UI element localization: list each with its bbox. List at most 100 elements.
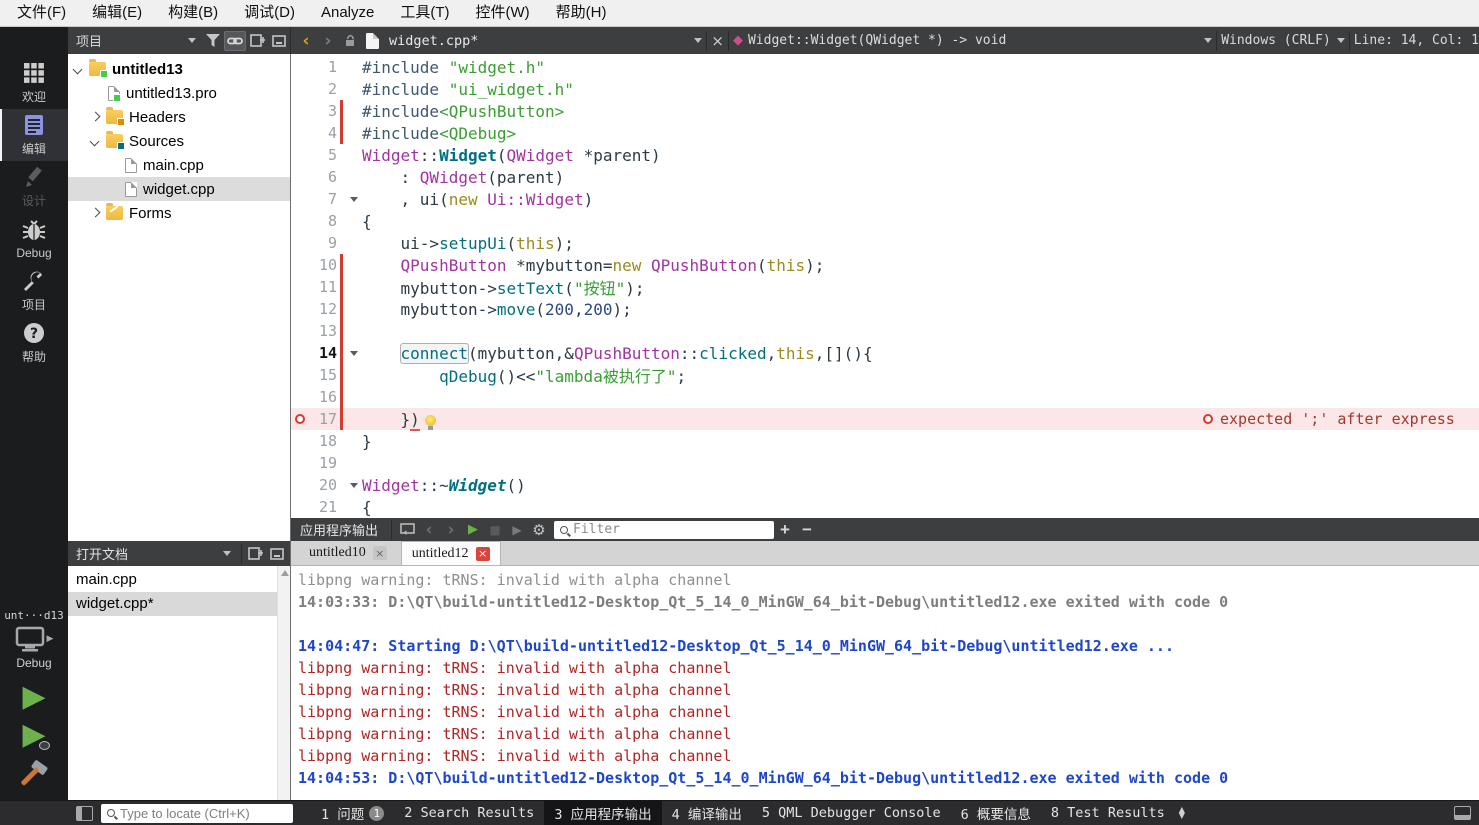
open-document-name[interactable]: widget.cpp* — [383, 33, 484, 49]
menu-item[interactable]: 工具(T) — [387, 0, 462, 26]
tree-item[interactable]: Sources — [68, 129, 290, 153]
code-line[interactable]: 10 QPushButton *mybutton=new QPushButton… — [291, 254, 1479, 276]
application-output[interactable]: libpng warning: tRNS: invalid with alpha… — [291, 566, 1479, 800]
current-symbol-label[interactable]: Widget::Widget(QWidget *) -> void — [743, 33, 1011, 48]
code-line[interactable]: 15 qDebug()<<"lambda被执行了"; — [291, 364, 1479, 386]
split-docs-button[interactable] — [244, 544, 266, 564]
menu-item[interactable]: 文件(F) — [4, 0, 79, 26]
output-filter-box[interactable]: Filter — [554, 520, 775, 539]
code-line[interactable]: 17 }) expected ';' after express — [291, 408, 1479, 431]
tree-item[interactable]: main.cpp — [68, 153, 290, 177]
rerun-button[interactable]: ▶ — [462, 522, 484, 537]
go-back-button[interactable]: ‹ — [295, 31, 317, 51]
code-line[interactable]: 9 ui->setupUi(this); — [291, 232, 1479, 254]
rerun-debug-button[interactable]: ▶ — [506, 523, 528, 537]
menu-item[interactable]: 编辑(E) — [79, 0, 155, 26]
line-ending-selector[interactable]: Windows (CRLF) — [1221, 33, 1331, 48]
chevron-right-icon[interactable] — [91, 113, 99, 121]
close-pane-button[interactable] — [268, 31, 290, 51]
code-line[interactable]: 18} — [291, 430, 1479, 452]
close-tab-button[interactable]: × — [372, 546, 387, 560]
chevron-down-icon[interactable] — [74, 65, 82, 73]
previous-item-button[interactable]: ‹ — [418, 520, 440, 540]
chevron-down-icon[interactable] — [91, 137, 99, 145]
tree-item[interactable]: widget.cpp — [68, 177, 290, 201]
close-docs-pane-button[interactable] — [266, 544, 288, 564]
code-line[interactable]: 2 #include "ui_widget.h" — [291, 78, 1479, 100]
code-line[interactable]: 3 #include<QPushButton> — [291, 100, 1479, 122]
open-document-item[interactable]: main.cpp — [68, 568, 290, 592]
code-editor[interactable]: 1 #include "widget.h" 2 #include "ui_widget… — [291, 54, 1479, 518]
build-button[interactable] — [19, 759, 49, 790]
output-run-tab[interactable]: untitled10 × — [299, 541, 397, 565]
output-run-tab[interactable]: untitled12 × — [400, 541, 501, 565]
code-line[interactable]: 13 — [291, 320, 1479, 342]
tree-item[interactable]: Forms — [68, 201, 290, 225]
menu-item[interactable]: 构建(B) — [155, 0, 231, 26]
line-ending-dropdown-icon[interactable] — [1336, 38, 1345, 43]
mode-welcome[interactable]: 欢迎 — [0, 57, 68, 109]
documents-scrollbar[interactable] — [277, 566, 290, 800]
menu-item[interactable]: 调试(D) — [231, 0, 308, 26]
output-pane-button[interactable]: 1 问题 1 — [311, 801, 394, 825]
toggle-sidebar-button[interactable] — [76, 805, 93, 821]
mode-edit[interactable]: 编辑 — [0, 109, 68, 161]
navigation-view-combo[interactable]: 项目 — [68, 27, 202, 54]
output-pane-button[interactable]: 3 应用程序输出 — [544, 801, 662, 825]
stop-button[interactable]: ■ — [484, 523, 506, 537]
menu-item[interactable]: 控件(W) — [463, 0, 543, 26]
filter-tree-button[interactable] — [202, 31, 224, 51]
code-line[interactable]: 19 — [291, 452, 1479, 474]
fold-marker-icon[interactable] — [346, 196, 362, 202]
close-document-button[interactable]: × — [711, 32, 724, 50]
code-line[interactable]: 1 #include "widget.h" — [291, 56, 1479, 78]
output-pane-button[interactable]: 8 Test Results — [1041, 801, 1175, 825]
open-document-item[interactable]: widget.cpp* — [68, 592, 290, 616]
split-button[interactable] — [246, 31, 268, 51]
lightbulb-icon[interactable] — [424, 414, 436, 430]
code-line[interactable]: 12 mybutton->move(200,200); — [291, 298, 1479, 320]
attach-to-process-button[interactable] — [396, 523, 418, 536]
output-panes-nav-icon[interactable]: ▲ ▼ — [1179, 806, 1185, 820]
symbol-dropdown-icon[interactable] — [1204, 38, 1213, 43]
open-documents-combo-icon[interactable] — [223, 551, 231, 556]
menu-item[interactable]: 帮助(H) — [543, 0, 620, 26]
zoom-out-button[interactable]: − — [796, 520, 818, 540]
fold-marker-icon[interactable] — [346, 350, 362, 356]
code-line[interactable]: 20 Widget::~Widget() — [291, 474, 1479, 496]
next-item-button[interactable]: › — [440, 520, 462, 540]
tree-item[interactable]: Headers — [68, 105, 290, 129]
code-line[interactable]: 8{ — [291, 210, 1479, 232]
document-dropdown-icon[interactable] — [694, 38, 703, 43]
run-debug-button[interactable]: ▶ — [22, 718, 50, 752]
close-tab-button[interactable]: × — [475, 546, 490, 561]
code-line[interactable]: 7 , ui(new Ui::Widget) — [291, 188, 1479, 210]
mode-projects[interactable]: 项目 — [0, 265, 68, 317]
kit-selector-button[interactable]: ▶ — [15, 626, 53, 652]
code-line[interactable]: 16 — [291, 386, 1479, 408]
code-line[interactable]: 6 : QWidget(parent) — [291, 166, 1479, 188]
output-pane-button[interactable]: 5 QML Debugger Console — [752, 801, 951, 825]
menu-item[interactable]: Analyze — [308, 0, 387, 26]
code-line[interactable]: 11 mybutton->setText("按钮"); — [291, 276, 1479, 298]
toggle-output-pane-button[interactable] — [1454, 806, 1471, 820]
chevron-right-icon[interactable] — [91, 209, 99, 217]
output-pane-button[interactable]: 4 编译输出 — [662, 801, 752, 825]
run-button[interactable]: ▶ — [22, 680, 45, 714]
go-forward-button[interactable]: › — [317, 31, 339, 51]
output-pane-button[interactable]: 2 Search Results — [394, 801, 544, 825]
tree-item[interactable]: untitled13 — [68, 57, 290, 81]
zoom-in-button[interactable]: + — [774, 520, 796, 540]
mode-debug[interactable]: Debug — [0, 213, 68, 265]
mode-help[interactable]: ? 帮助 — [0, 317, 68, 369]
code-line[interactable]: 21 { — [291, 496, 1479, 518]
code-line[interactable]: 4 #include<QDebug> — [291, 122, 1479, 144]
sync-with-editor-button[interactable] — [224, 30, 246, 51]
fold-marker-icon[interactable] — [346, 482, 362, 488]
code-line[interactable]: 5 Widget::Widget(QWidget *parent) — [291, 144, 1479, 166]
locator-input[interactable]: Type to locate (Ctrl+K) — [101, 803, 293, 823]
output-pane-button[interactable]: 6 概要信息 — [951, 801, 1041, 825]
code-line[interactable]: 14 connect(mybutton,&QPushButton::clicke… — [291, 342, 1479, 364]
output-settings-button[interactable]: ⚙ — [528, 521, 550, 539]
tree-item[interactable]: untitled13.pro — [68, 81, 290, 105]
